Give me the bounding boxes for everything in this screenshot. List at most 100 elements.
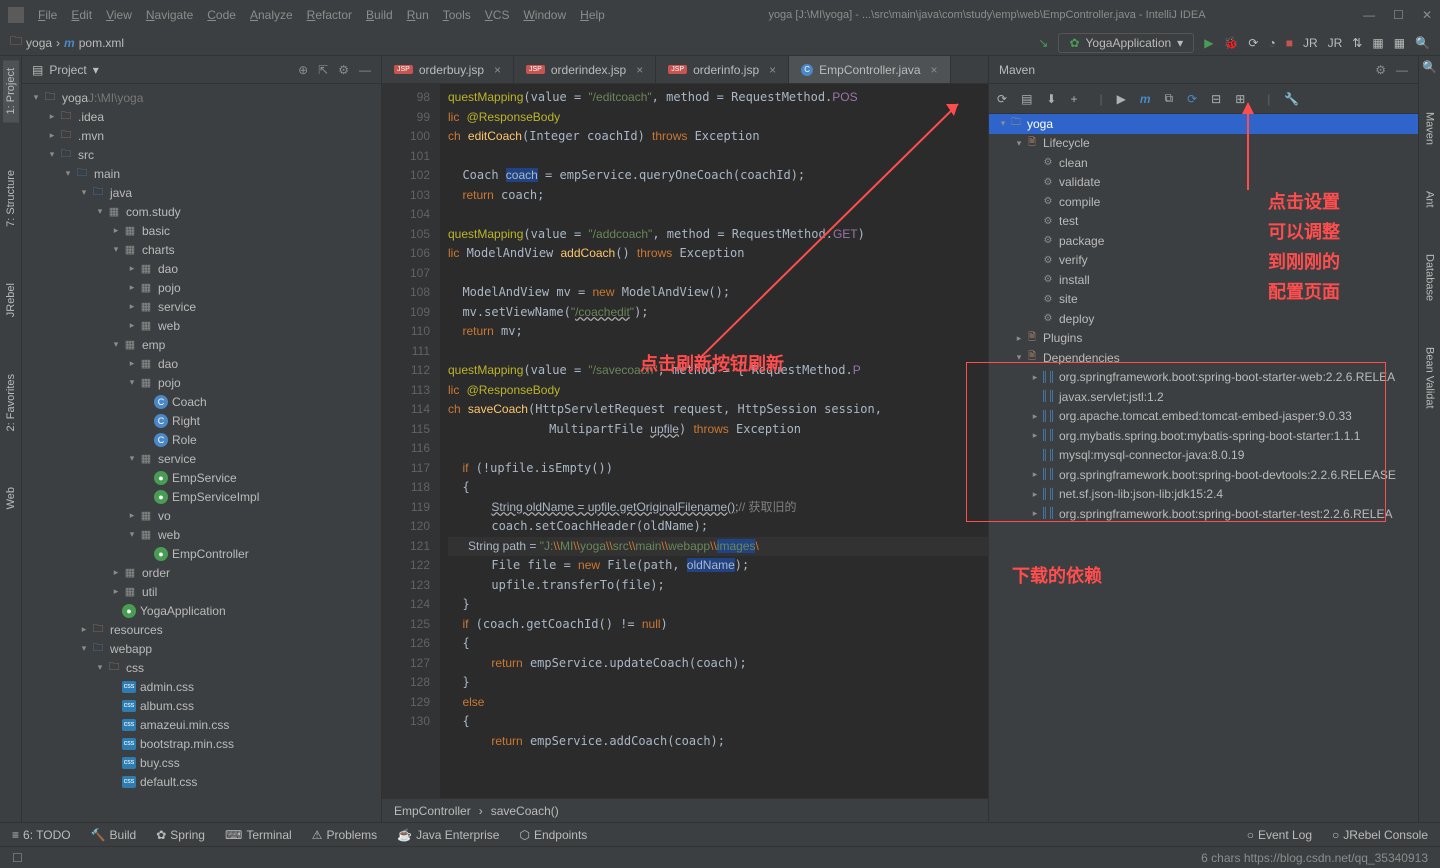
jr2-icon[interactable]: JR	[1328, 36, 1343, 50]
menu-refactor[interactable]: Refactor	[301, 4, 358, 26]
tool-window-bar[interactable]: ≡ 6: TODO🔨 Build✿ Spring⌨ Terminal⚠ Prob…	[0, 822, 1440, 846]
lefttab-jrebel[interactable]: JRebel	[3, 275, 19, 325]
lefttab-structure[interactable]: 7: Structure	[3, 162, 19, 235]
tree-item[interactable]: ▸▦web	[22, 316, 381, 335]
maven-item[interactable]: ⚙deploy	[989, 309, 1418, 329]
tree-item[interactable]: ▾▦service	[22, 449, 381, 468]
close-icon[interactable]: ✕	[1422, 8, 1432, 22]
toggle-offline-icon[interactable]: ⧉	[1165, 91, 1174, 106]
menu-build[interactable]: Build	[360, 4, 399, 26]
menu-run[interactable]: Run	[401, 4, 435, 26]
cycle-icon[interactable]: ⟳	[1187, 92, 1197, 106]
menu-file[interactable]: File	[32, 4, 63, 26]
expand-icon[interactable]: ⊞	[1235, 92, 1245, 106]
tree-item[interactable]: ●YogaApplication	[22, 601, 381, 620]
collapse-icon[interactable]: ⇱	[318, 63, 328, 77]
menu-analyze[interactable]: Analyze	[244, 4, 299, 26]
tree-item[interactable]: ▾🗀yoga J:\MI\yoga	[22, 88, 381, 107]
tree-item[interactable]: cssdefault.css	[22, 772, 381, 791]
maven-item[interactable]: ▸║║net.sf.json-lib:json-lib:jdk15:2.4	[989, 485, 1418, 505]
righttab-database[interactable]: Database	[1422, 246, 1438, 309]
twb-build[interactable]: 🔨 Build	[91, 828, 137, 842]
add-icon[interactable]: +	[1070, 92, 1077, 106]
profile-icon[interactable]: ◔	[1268, 36, 1275, 50]
maven-item[interactable]: ⚙package	[989, 231, 1418, 251]
hide-icon[interactable]: —	[359, 63, 371, 77]
tree-item[interactable]: cssalbum.css	[22, 696, 381, 715]
tree-item[interactable]: ▸▦basic	[22, 221, 381, 240]
maven-item[interactable]: ⚙site	[989, 290, 1418, 310]
menu-edit[interactable]: Edit	[65, 4, 98, 26]
maven-item[interactable]: ⚙compile	[989, 192, 1418, 212]
maven-item[interactable]: ▾🗎Lifecycle	[989, 134, 1418, 154]
search-icon[interactable]: 🔍	[1422, 60, 1437, 74]
lefttab-project[interactable]: 1: Project	[3, 60, 19, 122]
tree-item[interactable]: ▸▦dao	[22, 259, 381, 278]
misc-icon[interactable]: ▦	[1372, 36, 1383, 50]
twb-problems[interactable]: ⚠ Problems	[312, 828, 377, 842]
tree-item[interactable]: ▾▦pojo	[22, 373, 381, 392]
code-breadcrumb[interactable]: EmpController › saveCoach()	[382, 798, 988, 822]
tree-item[interactable]: CCoach	[22, 392, 381, 411]
tree-item[interactable]: ▸🗀resources	[22, 620, 381, 639]
tree-item[interactable]: ▸▦dao	[22, 354, 381, 373]
tree-item[interactable]: ▸🗀.idea	[22, 107, 381, 126]
tree-item[interactable]: CRole	[22, 430, 381, 449]
tab-orderindex-jsp[interactable]: JSPorderindex.jsp×	[514, 56, 656, 83]
tree-item[interactable]: ▾🗀java	[22, 183, 381, 202]
tree-item[interactable]: ▾▦emp	[22, 335, 381, 354]
tree-item[interactable]: ▾🗀src	[22, 145, 381, 164]
collapse-all-icon[interactable]: ⊟	[1211, 92, 1221, 106]
breadcrumb[interactable]: 🗀 yoga › m pom.xml	[10, 32, 124, 53]
maximize-icon[interactable]: ☐	[1393, 8, 1404, 22]
generate-sources-icon[interactable]: ▤	[1021, 92, 1032, 106]
lefttab-favorites[interactable]: 2: Favorites	[3, 366, 19, 439]
tree-item[interactable]: ▸▦vo	[22, 506, 381, 525]
editor-tabs[interactable]: JSPorderbuy.jsp×JSPorderindex.jsp×JSPord…	[382, 56, 988, 84]
twb-todo[interactable]: ≡ 6: TODO	[12, 828, 71, 842]
tab-orderinfo-jsp[interactable]: JSPorderinfo.jsp×	[656, 56, 789, 83]
twb-terminal[interactable]: ⌨ Terminal	[225, 828, 292, 842]
menu-window[interactable]: Window	[517, 4, 572, 26]
maven-item[interactable]: ⚙clean	[989, 153, 1418, 173]
tab-EmpController-java[interactable]: CEmpController.java×	[789, 56, 950, 83]
run-icon[interactable]: ▶	[1204, 36, 1213, 50]
maven-item[interactable]: ▸║║org.springframework.boot:spring-boot-…	[989, 504, 1418, 524]
tree-item[interactable]: ●EmpServiceImpl	[22, 487, 381, 506]
minimize-icon[interactable]: —	[1363, 8, 1375, 22]
tree-item[interactable]: CRight	[22, 411, 381, 430]
tree-item[interactable]: ▸▦service	[22, 297, 381, 316]
refresh-icon[interactable]: ⟳	[997, 92, 1007, 106]
breadcrumb-file[interactable]: pom.xml	[79, 36, 124, 50]
tree-item[interactable]: ▾▦com.study	[22, 202, 381, 221]
tree-item[interactable]: ▾🗀css	[22, 658, 381, 677]
vcs-icon[interactable]: ⇅	[1352, 36, 1362, 50]
maven-item[interactable]: ⚙test	[989, 212, 1418, 232]
stop-icon[interactable]: ■	[1286, 36, 1293, 50]
righttab-maven[interactable]: Maven	[1422, 104, 1438, 153]
hammer-icon[interactable]: ↘	[1038, 36, 1048, 50]
tree-item[interactable]: ▾▦web	[22, 525, 381, 544]
maven-item[interactable]: ▸🗎Plugins	[989, 329, 1418, 349]
menu-help[interactable]: Help	[574, 4, 611, 26]
maven-item[interactable]: ▾🗎Dependencies	[989, 348, 1418, 368]
bc-class[interactable]: EmpController	[394, 804, 471, 818]
tree-item[interactable]: ▾🗀webapp	[22, 639, 381, 658]
tab-orderbuy-jsp[interactable]: JSPorderbuy.jsp×	[382, 56, 514, 83]
menu-vcs[interactable]: VCS	[479, 4, 516, 26]
menu-tools[interactable]: Tools	[437, 4, 477, 26]
maven-item[interactable]: ▾🗀yoga	[989, 114, 1418, 134]
search-icon[interactable]: 🔍	[1415, 36, 1430, 50]
maven-item[interactable]: ▸║║org.mybatis.spring.boot:mybatis-sprin…	[989, 426, 1418, 446]
status-icon[interactable]: ☐	[12, 851, 23, 865]
bc-method[interactable]: saveCoach()	[491, 804, 559, 818]
maven-item[interactable]: ▸║║org.springframework.boot:spring-boot-…	[989, 368, 1418, 388]
tree-item[interactable]: ▾▦charts	[22, 240, 381, 259]
m-icon[interactable]: m	[1140, 92, 1151, 106]
twb-eventlog[interactable]: ○ Event Log	[1247, 828, 1312, 842]
maven-item[interactable]: ▸║║org.apache.tomcat.embed:tomcat-embed-…	[989, 407, 1418, 427]
tree-item[interactable]: cssbootstrap.min.css	[22, 734, 381, 753]
debug-icon[interactable]: 🐞	[1223, 36, 1238, 50]
maven-item[interactable]: ⚙validate	[989, 173, 1418, 193]
tree-item[interactable]: ●EmpController	[22, 544, 381, 563]
